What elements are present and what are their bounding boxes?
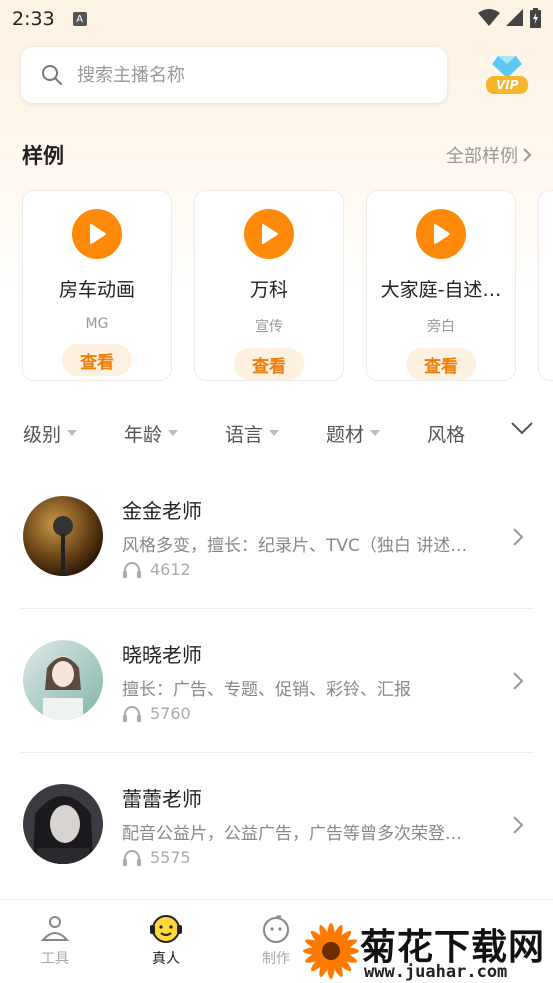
all-samples-link[interactable]: 全部样例 <box>446 142 532 168</box>
chevron-right-icon <box>513 528 524 546</box>
sample-card-title: 大家庭-自述… <box>380 279 502 301</box>
search-box[interactable] <box>21 47 447 103</box>
status-time: 2:33 <box>12 8 55 30</box>
sample-card-title: 万科 <box>249 279 288 301</box>
headphones-icon <box>123 849 141 866</box>
view-button[interactable]: 查看 <box>406 348 476 380</box>
teacher-row[interactable]: 晓晓老师 擅长：广告、专题、促销、彩铃、汇报 5760 <box>0 609 553 753</box>
filter-bar: 级别 年龄 语言 题材 风格 <box>23 416 543 450</box>
filter-label: 风格 <box>427 423 466 446</box>
teacher-row[interactable]: 金金老师 风格多变，擅长：纪录片、TVC（独白 讲述… 4612 <box>0 465 553 609</box>
headphones-icon <box>123 705 141 722</box>
play-count-value: 5575 <box>150 848 191 867</box>
teacher-desc: 风格多变，擅长：纪录片、TVC（独白 讲述… <box>122 536 468 556</box>
samples-title: 样例 <box>22 144 64 168</box>
notification-icon: A <box>72 12 87 26</box>
expand-filters-icon[interactable] <box>510 420 534 436</box>
tool-icon <box>40 916 70 941</box>
chrysanthemum-logo <box>303 923 359 979</box>
watermark-url: www.juahar.com <box>364 962 508 982</box>
sample-card-peek[interactable] <box>538 190 553 381</box>
status-icons <box>478 8 541 28</box>
headphones-icon <box>123 561 141 578</box>
search-row <box>21 47 447 103</box>
sample-card-type: 宣传 <box>255 319 283 335</box>
dropdown-arrow-icon <box>269 430 280 436</box>
sample-card-type: 旁白 <box>427 319 455 335</box>
view-button[interactable]: 查看 <box>62 344 132 376</box>
play-icon[interactable] <box>244 209 294 259</box>
play-count: 4612 <box>122 560 191 579</box>
teacher-row[interactable]: 蕾蕾老师 配音公益片，公益广告，广告等曾多次荣登… 5575 <box>0 753 553 897</box>
filter-label: 语言 <box>225 423 264 446</box>
play-count: 5575 <box>122 848 191 867</box>
filter-age[interactable]: 年龄 <box>124 420 179 447</box>
filter-topic[interactable]: 题材 <box>326 420 381 447</box>
teacher-desc: 擅长：广告、专题、促销、彩铃、汇报 <box>122 680 411 700</box>
filter-language[interactable]: 语言 <box>225 420 280 447</box>
vip-label: VIP <box>496 78 519 92</box>
watermark: 菊花下载网 www.juahar.com <box>300 918 553 983</box>
teacher-name: 金金老师 <box>122 499 202 523</box>
wifi-icon <box>478 9 500 26</box>
tab-make[interactable]: 制作 <box>246 914 306 968</box>
dropdown-arrow-icon <box>67 430 78 436</box>
tab-tools[interactable]: 工具 <box>25 914 85 968</box>
teacher-desc: 配音公益片，公益广告，广告等曾多次荣登… <box>122 824 462 844</box>
sample-card[interactable]: 大家庭-自述… 旁白 查看 <box>366 190 516 381</box>
chevron-right-icon <box>523 148 532 162</box>
tab-real-person[interactable]: 真人 <box>136 914 196 968</box>
chevron-right-icon <box>513 672 524 690</box>
filter-label: 题材 <box>326 423 365 446</box>
avatar <box>23 784 103 864</box>
play-icon[interactable] <box>72 209 122 259</box>
chevron-right-icon <box>513 816 524 834</box>
avatar <box>23 640 103 720</box>
samples-header: 样例 全部样例 <box>22 140 532 170</box>
face-icon <box>150 915 182 943</box>
play-count: 5760 <box>122 704 191 723</box>
avatar <box>23 496 103 576</box>
tab-label: 真人 <box>152 951 180 967</box>
search-icon <box>42 65 62 85</box>
dropdown-arrow-icon <box>370 430 381 436</box>
teacher-name: 蕾蕾老师 <box>122 787 202 811</box>
filter-label: 级别 <box>23 423 62 446</box>
sample-cards: 房车动画 MG 查看 万科 宣传 查看 大家庭-自述… 旁白 查看 <box>22 190 516 381</box>
signal-icon <box>506 9 523 26</box>
filter-style[interactable]: 风格 <box>427 420 465 447</box>
teacher-name: 晓晓老师 <box>122 643 202 667</box>
play-icon[interactable] <box>416 209 466 259</box>
search-input[interactable] <box>77 64 397 86</box>
make-icon <box>263 915 289 943</box>
play-count-value: 5760 <box>150 704 191 723</box>
sample-card-type: MG <box>85 316 109 332</box>
sample-card-title: 房车动画 <box>58 279 135 301</box>
filter-level[interactable]: 级别 <box>23 420 78 447</box>
view-button[interactable]: 查看 <box>234 348 304 380</box>
sample-card[interactable]: 万科 宣传 查看 <box>194 190 344 381</box>
play-count-value: 4612 <box>150 560 191 579</box>
tab-label: 制作 <box>262 951 290 967</box>
vip-button[interactable]: VIP <box>484 54 530 98</box>
status-bar: 2:33 A <box>0 0 553 38</box>
tab-label: 工具 <box>41 951 69 967</box>
dropdown-arrow-icon <box>168 430 179 436</box>
teacher-list: 金金老师 风格多变，擅长：纪录片、TVC（独白 讲述… 4612 晓晓老师 擅长… <box>0 465 553 897</box>
all-samples-label: 全部样例 <box>446 146 518 167</box>
filter-label: 年龄 <box>124 423 163 446</box>
sample-card[interactable]: 房车动画 MG 查看 <box>22 190 172 381</box>
battery-icon <box>530 8 541 28</box>
